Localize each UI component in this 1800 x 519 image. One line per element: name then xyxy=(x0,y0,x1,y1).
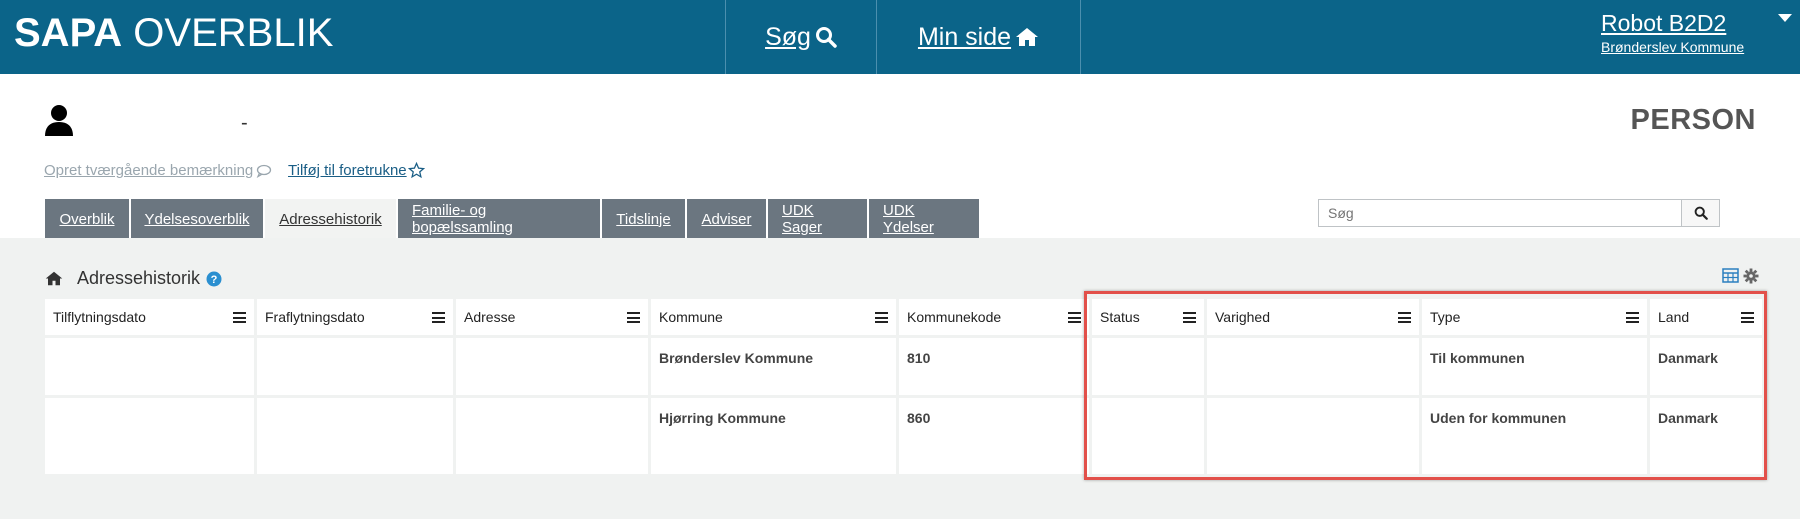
column-menu-icon[interactable] xyxy=(875,312,888,323)
address-history-table: Tilflytningsdato Fraflytningsdato Adress… xyxy=(42,296,1765,477)
nav-my-page-link[interactable]: Min side xyxy=(876,0,1081,74)
table-cell xyxy=(45,338,254,395)
table-cell xyxy=(456,338,648,395)
person-name: - xyxy=(241,112,248,134)
table-cell xyxy=(1207,338,1419,395)
search-input[interactable] xyxy=(1319,200,1681,226)
column-header-label: Status xyxy=(1100,309,1140,325)
tab-overblik[interactable]: Overblik xyxy=(45,199,129,239)
table-cell xyxy=(1092,338,1204,395)
caret-down-icon[interactable] xyxy=(1778,14,1792,22)
table-cell: Danmark xyxy=(1650,338,1762,395)
table-cell: Til kommunen xyxy=(1422,338,1647,395)
tab-udk-ydelser[interactable]: UDK Ydelser xyxy=(869,199,979,239)
column-header-label: Varighed xyxy=(1215,309,1271,325)
table-cell xyxy=(456,398,648,474)
column-header-label: Type xyxy=(1430,309,1461,325)
column-header[interactable]: Fraflytningsdato xyxy=(257,299,453,335)
tab-adressehistorik[interactable]: Adressehistorik xyxy=(265,199,396,239)
gear-icon[interactable] xyxy=(1743,268,1759,284)
table-cell xyxy=(1092,398,1204,474)
star-icon xyxy=(407,162,425,179)
table-header-row: Tilflytningsdato Fraflytningsdato Adress… xyxy=(45,299,1762,335)
section-title: Adressehistorik xyxy=(77,268,201,288)
column-menu-icon[interactable] xyxy=(233,312,246,323)
column-header-label: Adresse xyxy=(464,309,516,325)
logo-bold-text: SAPA xyxy=(14,11,123,55)
column-header-label: Fraflytningsdato xyxy=(265,309,365,325)
tab-adviser[interactable]: Adviser xyxy=(687,199,766,239)
tab-familie-bopaelssamling[interactable]: Familie- og bopælssamling xyxy=(398,199,600,239)
table-row[interactable]: Hjørring Kommune 860 Uden for kommunen D… xyxy=(45,398,1762,474)
table-cell xyxy=(257,398,453,474)
svg-text:?: ? xyxy=(211,274,218,286)
add-favorite-label: Tilføj til foretrukne xyxy=(288,162,407,179)
page-title: PERSON xyxy=(1630,104,1756,136)
column-header[interactable]: Varighed xyxy=(1207,299,1419,335)
column-menu-icon[interactable] xyxy=(1398,312,1411,323)
table-cell: Hjørring Kommune xyxy=(651,398,896,474)
user-menu[interactable]: Robot B2D2 Brønderslev Kommune xyxy=(1601,10,1744,55)
tab-ydelsesoverblik[interactable]: Ydelsesoverblik xyxy=(131,199,263,239)
add-favorite-link[interactable]: Tilføj til foretrukne xyxy=(288,162,425,179)
create-remark-link[interactable]: Opret tværgående bemærkning xyxy=(44,162,272,179)
top-navigation-bar: SAPA OVERBLIK Søg Min side Robot B2D2 Br… xyxy=(0,0,1800,74)
nav-my-page-label: Min side xyxy=(917,22,1012,51)
user-name[interactable]: Robot B2D2 xyxy=(1601,10,1744,37)
table-cell: 810 xyxy=(899,338,1089,395)
table-cell: Danmark xyxy=(1650,398,1762,474)
column-header[interactable]: Adresse xyxy=(456,299,648,335)
help-icon[interactable]: ? xyxy=(206,271,222,287)
nav-search-label: Søg xyxy=(765,22,811,51)
table-cell: 860 xyxy=(899,398,1089,474)
table-row[interactable]: Brønderslev Kommune 810 Til kommunen Dan… xyxy=(45,338,1762,395)
column-header[interactable]: Kommunekode xyxy=(899,299,1089,335)
person-search xyxy=(1318,199,1720,227)
table-cell xyxy=(45,398,254,474)
create-remark-label: Opret tværgående bemærkning xyxy=(44,162,254,179)
section-header: Adressehistorik ? xyxy=(45,268,222,289)
column-menu-icon[interactable] xyxy=(432,312,445,323)
column-header-label: Tilflytningsdato xyxy=(53,309,146,325)
grid-tools xyxy=(1722,268,1759,284)
logo-light-text: OVERBLIK xyxy=(133,11,334,55)
search-button[interactable] xyxy=(1681,200,1719,226)
app-logo[interactable]: SAPA OVERBLIK xyxy=(14,11,333,56)
home-icon xyxy=(45,271,63,286)
user-organization[interactable]: Brønderslev Kommune xyxy=(1601,39,1744,55)
table-cell xyxy=(257,338,453,395)
home-icon xyxy=(1016,28,1039,46)
table-cell xyxy=(1207,398,1419,474)
search-icon xyxy=(815,27,837,48)
table-view-icon[interactable] xyxy=(1722,268,1739,283)
column-header[interactable]: Type xyxy=(1422,299,1647,335)
column-header-label: Kommune xyxy=(659,309,723,325)
column-menu-icon[interactable] xyxy=(1626,312,1639,323)
column-header-label: Kommunekode xyxy=(907,309,1002,325)
column-menu-icon[interactable] xyxy=(1183,312,1196,323)
table-cell: Brønderslev Kommune xyxy=(651,338,896,395)
tab-tidslinje[interactable]: Tidslinje xyxy=(602,199,685,239)
column-header[interactable]: Status xyxy=(1092,299,1204,335)
nav-search-link[interactable]: Søg xyxy=(725,0,876,74)
column-menu-icon[interactable] xyxy=(1068,312,1081,323)
table-cell: Uden for kommunen xyxy=(1422,398,1647,474)
column-menu-icon[interactable] xyxy=(627,312,640,323)
tab-udk-sager[interactable]: UDK Sager xyxy=(768,199,867,239)
comment-icon xyxy=(256,164,272,178)
search-icon xyxy=(1694,206,1708,220)
main-content: Adressehistorik ? Tilflytningsdato Frafl… xyxy=(0,238,1800,519)
column-header[interactable]: Land xyxy=(1650,299,1762,335)
person-tabs: Overblik Ydelsesoverblik Adressehistorik… xyxy=(45,199,981,239)
column-menu-icon[interactable] xyxy=(1741,312,1754,323)
column-header[interactable]: Kommune xyxy=(651,299,896,335)
column-header-label: Land xyxy=(1658,309,1690,325)
person-icon xyxy=(45,105,73,136)
column-header[interactable]: Tilflytningsdato xyxy=(45,299,254,335)
